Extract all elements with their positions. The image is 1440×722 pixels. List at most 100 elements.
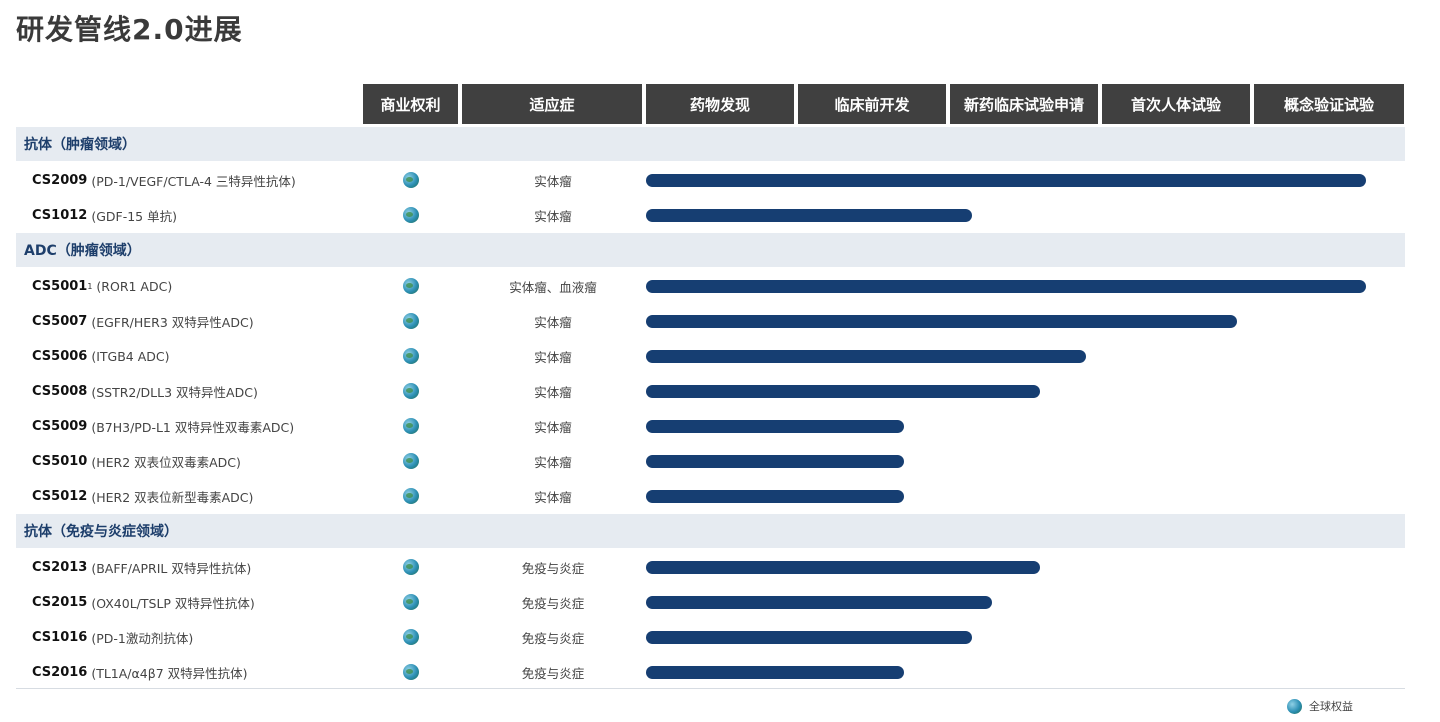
column-header: 药物发现 bbox=[646, 84, 794, 124]
table-row: CS5008 (SSTR2/DLL3 双特异性ADC) 实体瘤 bbox=[16, 374, 1405, 409]
drug-label: CS2016 (TL1A/α4β7 双特异性抗体) bbox=[32, 655, 248, 690]
drug-target-desc: (GDF-15 单抗) bbox=[91, 209, 177, 224]
indication-label: 实体瘤 bbox=[534, 385, 572, 400]
drug-label: CS2015 (OX40L/TSLP 双特异性抗体) bbox=[32, 585, 255, 620]
globe-icon bbox=[403, 664, 419, 680]
section-label: 抗体（肿瘤领域） bbox=[24, 137, 136, 153]
progress-bar bbox=[646, 209, 972, 222]
progress-bar bbox=[646, 420, 904, 433]
drug-target-desc: (HER2 双表位新型毒素ADC) bbox=[91, 490, 254, 505]
progress-bar bbox=[646, 174, 1366, 187]
drug-code: CS5008 bbox=[32, 384, 88, 399]
indication-label: 实体瘤 bbox=[534, 174, 572, 189]
drug-target-desc: (TL1A/α4β7 双特异性抗体) bbox=[91, 666, 248, 681]
column-header: 临床前开发 bbox=[798, 84, 946, 124]
drug-label: CS5012 (HER2 双表位新型毒素ADC) bbox=[32, 479, 253, 514]
table-row: CS1016 (PD-1激动剂抗体) 免疫与炎症 bbox=[16, 620, 1405, 655]
page-title: 研发管线2.0进展 bbox=[16, 13, 243, 46]
globe-icon bbox=[403, 172, 419, 188]
drug-label: CS2009 (PD-1/VEGF/CTLA-4 三特异性抗体) bbox=[32, 163, 296, 198]
drug-label: CS5006 (ITGB4 ADC) bbox=[32, 339, 170, 374]
progress-bar bbox=[646, 666, 904, 679]
drug-target-desc: (HER2 双表位双毒素ADC) bbox=[91, 455, 241, 470]
table-row: CS5012 (HER2 双表位新型毒素ADC) 实体瘤 bbox=[16, 479, 1405, 514]
table-row: CS2015 (OX40L/TSLP 双特异性抗体) 免疫与炎症 bbox=[16, 585, 1405, 620]
progress-bar bbox=[646, 315, 1237, 328]
footnote-marker: 1 bbox=[87, 282, 93, 291]
legend-label: 全球权益 bbox=[1309, 700, 1353, 713]
table-row: CS2013 (BAFF/APRIL 双特异性抗体) 免疫与炎症 bbox=[16, 550, 1405, 585]
progress-bar bbox=[646, 596, 992, 609]
globe-icon bbox=[403, 207, 419, 223]
drug-target-desc: (BAFF/APRIL 双特异性抗体) bbox=[91, 561, 252, 576]
table-bottom-divider bbox=[16, 688, 1405, 689]
globe-icon bbox=[403, 559, 419, 575]
indication-label: 实体瘤 bbox=[534, 209, 572, 224]
drug-code: CS1012 bbox=[32, 208, 88, 223]
table-row: CS1012 (GDF-15 单抗) 实体瘤 bbox=[16, 198, 1405, 233]
drug-target-desc: (ROR1 ADC) bbox=[96, 279, 173, 294]
indication-label: 免疫与炎症 bbox=[521, 666, 585, 681]
table-row: CS2009 (PD-1/VEGF/CTLA-4 三特异性抗体) 实体瘤 bbox=[16, 163, 1405, 198]
table-row: CS5009 (B7H3/PD-L1 双特异性双毒素ADC) 实体瘤 bbox=[16, 409, 1405, 444]
indication-label: 实体瘤 bbox=[534, 455, 572, 470]
drug-code: CS2013 bbox=[32, 560, 88, 575]
globe-icon bbox=[403, 278, 419, 294]
section-label: ADC（肿瘤领域） bbox=[24, 243, 141, 259]
drug-label: CS5010 (HER2 双表位双毒素ADC) bbox=[32, 444, 241, 479]
drug-target-desc: (OX40L/TSLP 双特异性抗体) bbox=[91, 596, 255, 611]
section-label: 抗体（免疫与炎症领域） bbox=[24, 524, 178, 540]
drug-code: CS5009 bbox=[32, 419, 88, 434]
drug-code: CS5006 bbox=[32, 349, 88, 364]
progress-bar bbox=[646, 631, 972, 644]
globe-icon bbox=[403, 594, 419, 610]
section-row: 抗体（肿瘤领域） bbox=[16, 127, 1405, 161]
drug-label: CS1012 (GDF-15 单抗) bbox=[32, 198, 177, 233]
globe-icon bbox=[403, 313, 419, 329]
drug-target-desc: (ITGB4 ADC) bbox=[91, 349, 170, 364]
globe-icon bbox=[403, 383, 419, 399]
globe-icon bbox=[403, 348, 419, 364]
indication-label: 免疫与炎症 bbox=[521, 631, 585, 646]
progress-bar bbox=[646, 490, 904, 503]
table-row: CS2016 (TL1A/α4β7 双特异性抗体) 免疫与炎症 bbox=[16, 655, 1405, 690]
table-row: CS5006 (ITGB4 ADC) 实体瘤 bbox=[16, 339, 1405, 374]
drug-label: CS5008 (SSTR2/DLL3 双特异性ADC) bbox=[32, 374, 258, 409]
globe-icon bbox=[403, 418, 419, 434]
drug-code: CS5010 bbox=[32, 454, 88, 469]
column-header: 概念验证试验 bbox=[1254, 84, 1404, 124]
column-header: 商业权利 bbox=[363, 84, 458, 124]
globe-icon bbox=[1287, 698, 1302, 714]
globe-icon bbox=[403, 488, 419, 504]
progress-bar bbox=[646, 561, 1040, 574]
table-row: CS5010 (HER2 双表位双毒素ADC) 实体瘤 bbox=[16, 444, 1405, 479]
drug-target-desc: (PD-1/VEGF/CTLA-4 三特异性抗体) bbox=[91, 174, 296, 189]
drug-label: CS5009 (B7H3/PD-L1 双特异性双毒素ADC) bbox=[32, 409, 294, 444]
drug-label: CS1016 (PD-1激动剂抗体) bbox=[32, 620, 193, 655]
drug-label: CS5007 (EGFR/HER3 双特异性ADC) bbox=[32, 304, 254, 339]
section-row: ADC（肿瘤领域） bbox=[16, 233, 1405, 267]
drug-code: CS5001 bbox=[32, 279, 88, 294]
legend: 全球权益 bbox=[1287, 698, 1353, 714]
indication-label: 实体瘤 bbox=[534, 490, 572, 505]
globe-icon bbox=[403, 629, 419, 645]
indication-label: 实体瘤 bbox=[534, 350, 572, 365]
globe-icon bbox=[403, 453, 419, 469]
progress-bar bbox=[646, 385, 1040, 398]
indication-label: 实体瘤、血液瘤 bbox=[509, 280, 597, 295]
drug-target-desc: (EGFR/HER3 双特异性ADC) bbox=[91, 315, 254, 330]
progress-bar bbox=[646, 280, 1366, 293]
column-header: 首次人体试验 bbox=[1102, 84, 1250, 124]
drug-code: CS5012 bbox=[32, 489, 88, 504]
drug-target-desc: (B7H3/PD-L1 双特异性双毒素ADC) bbox=[91, 420, 295, 435]
drug-target-desc: (PD-1激动剂抗体) bbox=[91, 631, 194, 646]
column-header: 适应症 bbox=[462, 84, 642, 124]
indication-label: 免疫与炎症 bbox=[521, 596, 585, 611]
drug-code: CS2009 bbox=[32, 173, 88, 188]
drug-code: CS5007 bbox=[32, 314, 88, 329]
indication-label: 免疫与炎症 bbox=[521, 561, 585, 576]
table-row: CS5007 (EGFR/HER3 双特异性ADC) 实体瘤 bbox=[16, 304, 1405, 339]
progress-bar bbox=[646, 455, 904, 468]
indication-label: 实体瘤 bbox=[534, 315, 572, 330]
drug-code: CS1016 bbox=[32, 630, 88, 645]
